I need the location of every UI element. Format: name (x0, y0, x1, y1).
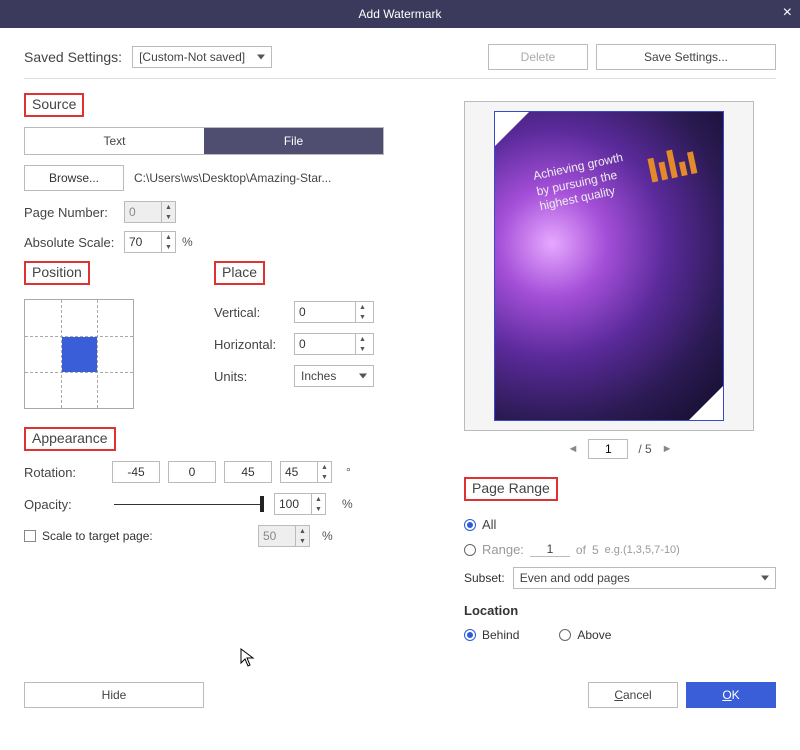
rotation-0-button[interactable]: 0 (168, 461, 216, 483)
range-label: Range: (482, 542, 524, 557)
saved-settings-label: Saved Settings: (24, 49, 122, 65)
save-settings-button[interactable]: Save Settings... (596, 44, 776, 70)
tab-text[interactable]: Text (25, 128, 204, 154)
saved-settings-select[interactable]: [Custom-Not saved] (132, 46, 272, 68)
tab-file[interactable]: File (204, 128, 383, 154)
place-heading: Place (214, 261, 265, 285)
preview-pane: Achieving growth by pursuing the highest… (464, 101, 754, 431)
units-select[interactable]: Inches (294, 365, 374, 387)
rotation-label: Rotation: (24, 465, 104, 480)
browse-button[interactable]: Browse... (24, 165, 124, 191)
ok-button[interactable]: OK (686, 682, 776, 708)
absolute-scale-spinner[interactable]: 70 ▲▼ (124, 231, 176, 253)
chevron-down-icon: ▼ (162, 242, 175, 252)
subset-select[interactable]: Even and odd pages (513, 567, 776, 589)
absolute-scale-label: Absolute Scale: (24, 235, 124, 250)
source-heading: Source (24, 93, 84, 117)
page-number-spinner: 0 ▲▼ (124, 201, 176, 223)
range-hint: e.g.(1,3,5,7-10) (605, 544, 680, 556)
location-above-label: Above (577, 628, 611, 642)
prev-page-icon[interactable]: ◄ (567, 443, 578, 455)
range-range-radio[interactable] (464, 544, 476, 556)
opacity-label: Opacity: (24, 497, 104, 512)
rotation-spinner[interactable]: 45 ▲▼ (280, 461, 332, 483)
location-above-radio[interactable] (559, 629, 571, 641)
page-number-label: Page Number: (24, 205, 124, 220)
source-path: C:\Users\ws\Desktop\Amazing-Star... (134, 171, 331, 185)
scale-to-target-label: Scale to target page: (42, 529, 252, 543)
vertical-spinner[interactable]: 0 ▲▼ (294, 301, 374, 323)
horizontal-spinner[interactable]: 0 ▲▼ (294, 333, 374, 355)
next-page-icon[interactable]: ► (662, 443, 673, 455)
rotation-neg45-button[interactable]: -45 (112, 461, 160, 483)
units-label: Units: (214, 369, 294, 384)
titlebar: Add Watermark × (0, 0, 800, 28)
range-from-input[interactable] (530, 542, 570, 557)
chevron-down-icon: ▼ (162, 212, 175, 222)
close-icon[interactable]: × (783, 4, 792, 22)
location-behind-label: Behind (482, 628, 519, 642)
appearance-heading: Appearance (24, 427, 116, 451)
position-grid[interactable] (24, 299, 134, 409)
opacity-spinner[interactable]: 100 ▲▼ (274, 493, 326, 515)
position-heading: Position (24, 261, 90, 285)
rotation-45-button[interactable]: 45 (224, 461, 272, 483)
scale-to-target-spinner: 50 ▲▼ (258, 525, 310, 547)
chevron-up-icon: ▲ (162, 202, 175, 212)
opacity-slider[interactable] (114, 494, 264, 514)
page-input[interactable] (588, 439, 628, 459)
scale-to-target-checkbox[interactable] (24, 530, 36, 542)
subset-label: Subset: (464, 571, 505, 585)
range-all-radio[interactable] (464, 519, 476, 531)
horizontal-label: Horizontal: (214, 337, 294, 352)
chevron-up-icon: ▲ (162, 232, 175, 242)
source-tabbar: Text File (24, 127, 384, 155)
window-title: Add Watermark (359, 7, 442, 21)
location-behind-radio[interactable] (464, 629, 476, 641)
cancel-button[interactable]: Cancel (588, 682, 678, 708)
delete-button[interactable]: Delete (488, 44, 588, 70)
location-heading: Location (464, 603, 776, 618)
page-range-heading: Page Range (464, 477, 558, 501)
page-total: / 5 (638, 442, 651, 456)
vertical-label: Vertical: (214, 305, 294, 320)
range-all-label: All (482, 517, 496, 532)
position-center-cell[interactable] (62, 337, 97, 372)
hide-button[interactable]: Hide (24, 682, 204, 708)
